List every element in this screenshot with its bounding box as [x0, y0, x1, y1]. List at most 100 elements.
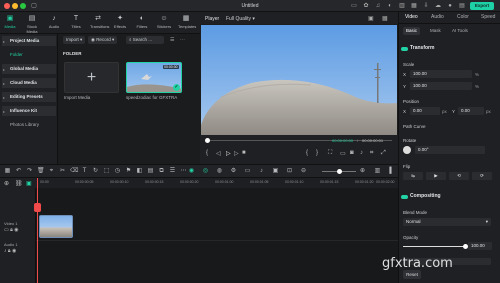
- expand-icon[interactable]: ⤢: [381, 150, 386, 157]
- link-icon[interactable]: ⛓: [15, 180, 23, 187]
- sidebar-item-project-media[interactable]: Project Media: [2, 36, 56, 46]
- crop-icon[interactable]: ⌖: [48, 167, 55, 175]
- chevron-right-icon[interactable]: ▸: [3, 81, 5, 86]
- flip-vertical-button[interactable]: ▶: [426, 172, 446, 180]
- undo-icon[interactable]: ↶: [15, 167, 22, 175]
- sidebar-item-photos-library[interactable]: Photos Library: [2, 120, 56, 130]
- menu-icon[interactable]: ▤: [458, 2, 466, 10]
- grid-view-icon[interactable]: ▥: [374, 167, 381, 175]
- media-tab-transitions[interactable]: ⇄ Transitions: [90, 14, 109, 33]
- rotate-icon[interactable]: ↻: [92, 167, 99, 175]
- snapshot-icon[interactable]: ▣: [272, 167, 279, 175]
- compositing-section[interactable]: Compositing: [400, 191, 441, 201]
- quality-dropdown[interactable]: Full Quality ▾: [226, 16, 255, 22]
- rotate-dial[interactable]: [403, 146, 411, 154]
- color-icon[interactable]: ◧: [136, 167, 143, 175]
- chevron-right-icon[interactable]: ▸: [3, 95, 5, 100]
- tab-audio[interactable]: Audio: [431, 14, 444, 20]
- mark-out-bracket-icon[interactable]: }: [316, 150, 318, 156]
- cloud-icon[interactable]: ☁: [434, 2, 442, 10]
- scale-x-input[interactable]: 100.00: [410, 70, 472, 78]
- media-tab-audio[interactable]: ♪ Audio: [46, 14, 62, 33]
- stop-icon[interactable]: ■: [242, 150, 246, 156]
- playhead[interactable]: [37, 178, 38, 283]
- track-height-icon[interactable]: ▐: [386, 167, 393, 175]
- subtab-ai-tools[interactable]: AI Tools: [449, 27, 471, 35]
- opacity-input[interactable]: 100.00: [468, 242, 492, 250]
- sidebar-item-influence-kit[interactable]: Influence Kit: [2, 106, 56, 116]
- export-button[interactable]: Export: [470, 2, 494, 10]
- filter-icon[interactable]: ☰: [170, 37, 174, 43]
- display-icon[interactable]: ▭: [340, 150, 346, 157]
- tab-color[interactable]: Color: [457, 14, 469, 20]
- trim-icon[interactable]: ⌫: [70, 167, 78, 175]
- gift-icon[interactable]: ✿: [362, 2, 370, 10]
- step-back-icon[interactable]: ◁: [216, 150, 221, 157]
- adjust-icon[interactable]: ☰: [169, 167, 176, 175]
- ai-icon[interactable]: ◉: [188, 167, 195, 175]
- snap-icon[interactable]: ▣: [26, 180, 32, 187]
- audio-track-controls[interactable]: ♪ 🔒︎ ◉: [4, 248, 16, 254]
- audio-icon[interactable]: ▤: [147, 167, 154, 175]
- chevron-right-icon[interactable]: ▸: [3, 39, 5, 44]
- add-track-icon[interactable]: ⊕: [4, 180, 9, 187]
- more-icon[interactable]: ⋯: [180, 167, 187, 175]
- reset-button[interactable]: Reset: [403, 270, 421, 279]
- mask-icon[interactable]: ⬚: [103, 167, 110, 175]
- rotate-input[interactable]: 0.00°: [415, 146, 485, 154]
- step-forward-icon[interactable]: ▷: [234, 150, 239, 157]
- media-tab-stock-media[interactable]: ▤ Stock Media: [24, 14, 40, 34]
- delete-icon[interactable]: 🗑︎: [37, 167, 45, 175]
- zoom-out-icon[interactable]: ⊖: [300, 167, 307, 175]
- sidebar-item-global-media[interactable]: Global Media: [2, 64, 56, 74]
- download-icon[interactable]: ⇩: [422, 2, 430, 10]
- speed-icon[interactable]: ◷: [114, 167, 121, 175]
- play-icon[interactable]: ▷: [226, 150, 231, 157]
- sidebar-item-cloud-media[interactable]: Cloud Media: [2, 78, 56, 88]
- playhead-handle[interactable]: [34, 203, 41, 212]
- zoom-in-icon[interactable]: ⊕: [359, 167, 366, 175]
- snapshot-icon[interactable]: ▣: [368, 15, 374, 22]
- render-icon[interactable]: ◎: [202, 167, 209, 175]
- media-tab-templates[interactable]: ▦ Templates: [178, 14, 196, 33]
- mark-in-icon[interactable]: {: [206, 150, 208, 156]
- sidebar-item-editing-presets[interactable]: Editing Presets: [2, 92, 56, 102]
- search-input[interactable]: ⌕ Search ...: [126, 36, 164, 44]
- media-tab-stickers[interactable]: ☺ Stickers: [156, 14, 172, 33]
- volume-icon[interactable]: ♪: [360, 150, 363, 156]
- subtab-mask[interactable]: Mask: [427, 27, 444, 35]
- avatar[interactable]: ●: [446, 2, 454, 10]
- position-x-input[interactable]: 0.00: [410, 107, 440, 115]
- scale-y-input[interactable]: 100.00: [410, 82, 472, 90]
- theme-icon[interactable]: ◐: [386, 2, 394, 10]
- media-tab-media[interactable]: ▣ Media: [2, 14, 18, 33]
- camera-icon[interactable]: ◙: [350, 150, 354, 156]
- tab-speed[interactable]: Speed: [481, 14, 495, 20]
- layout-toggle-icon[interactable]: ▥: [398, 2, 406, 10]
- grid-icon[interactable]: ▦: [382, 15, 388, 22]
- timeline-tracks[interactable]: [36, 188, 398, 283]
- text-icon[interactable]: T: [81, 167, 88, 175]
- crop-icon[interactable]: ⌗: [370, 150, 373, 157]
- panels-icon[interactable]: ▦: [410, 2, 418, 10]
- fit-icon[interactable]: ⊡: [286, 167, 293, 175]
- bell-icon[interactable]: ♫: [374, 2, 382, 10]
- tab-video[interactable]: Video: [405, 14, 418, 20]
- layout-icon[interactable]: ▦: [4, 167, 11, 175]
- marker-icon[interactable]: ⚑: [125, 167, 132, 175]
- group-icon[interactable]: ⧉: [158, 167, 165, 175]
- media-tab-titles[interactable]: T Titles: [68, 14, 84, 33]
- zoom-slider-knob[interactable]: [337, 169, 342, 174]
- import-dropdown[interactable]: Import ▾: [63, 36, 86, 44]
- opacity-slider-knob[interactable]: [462, 244, 468, 249]
- timeline-video-clip[interactable]: [39, 215, 73, 238]
- redo-icon[interactable]: ↷: [26, 167, 33, 175]
- shield-icon[interactable]: ◍: [216, 167, 223, 175]
- fullscreen-icon[interactable]: ⛶: [328, 150, 332, 157]
- split-icon[interactable]: ✂: [59, 167, 66, 175]
- player-scrubber[interactable]: [205, 138, 210, 143]
- record-dropdown[interactable]: ◉ Record ▾: [88, 36, 118, 44]
- mic-icon[interactable]: ♪: [258, 167, 265, 175]
- sidebar-item-folder[interactable]: Folder: [2, 50, 56, 60]
- player-preview[interactable]: [201, 25, 397, 135]
